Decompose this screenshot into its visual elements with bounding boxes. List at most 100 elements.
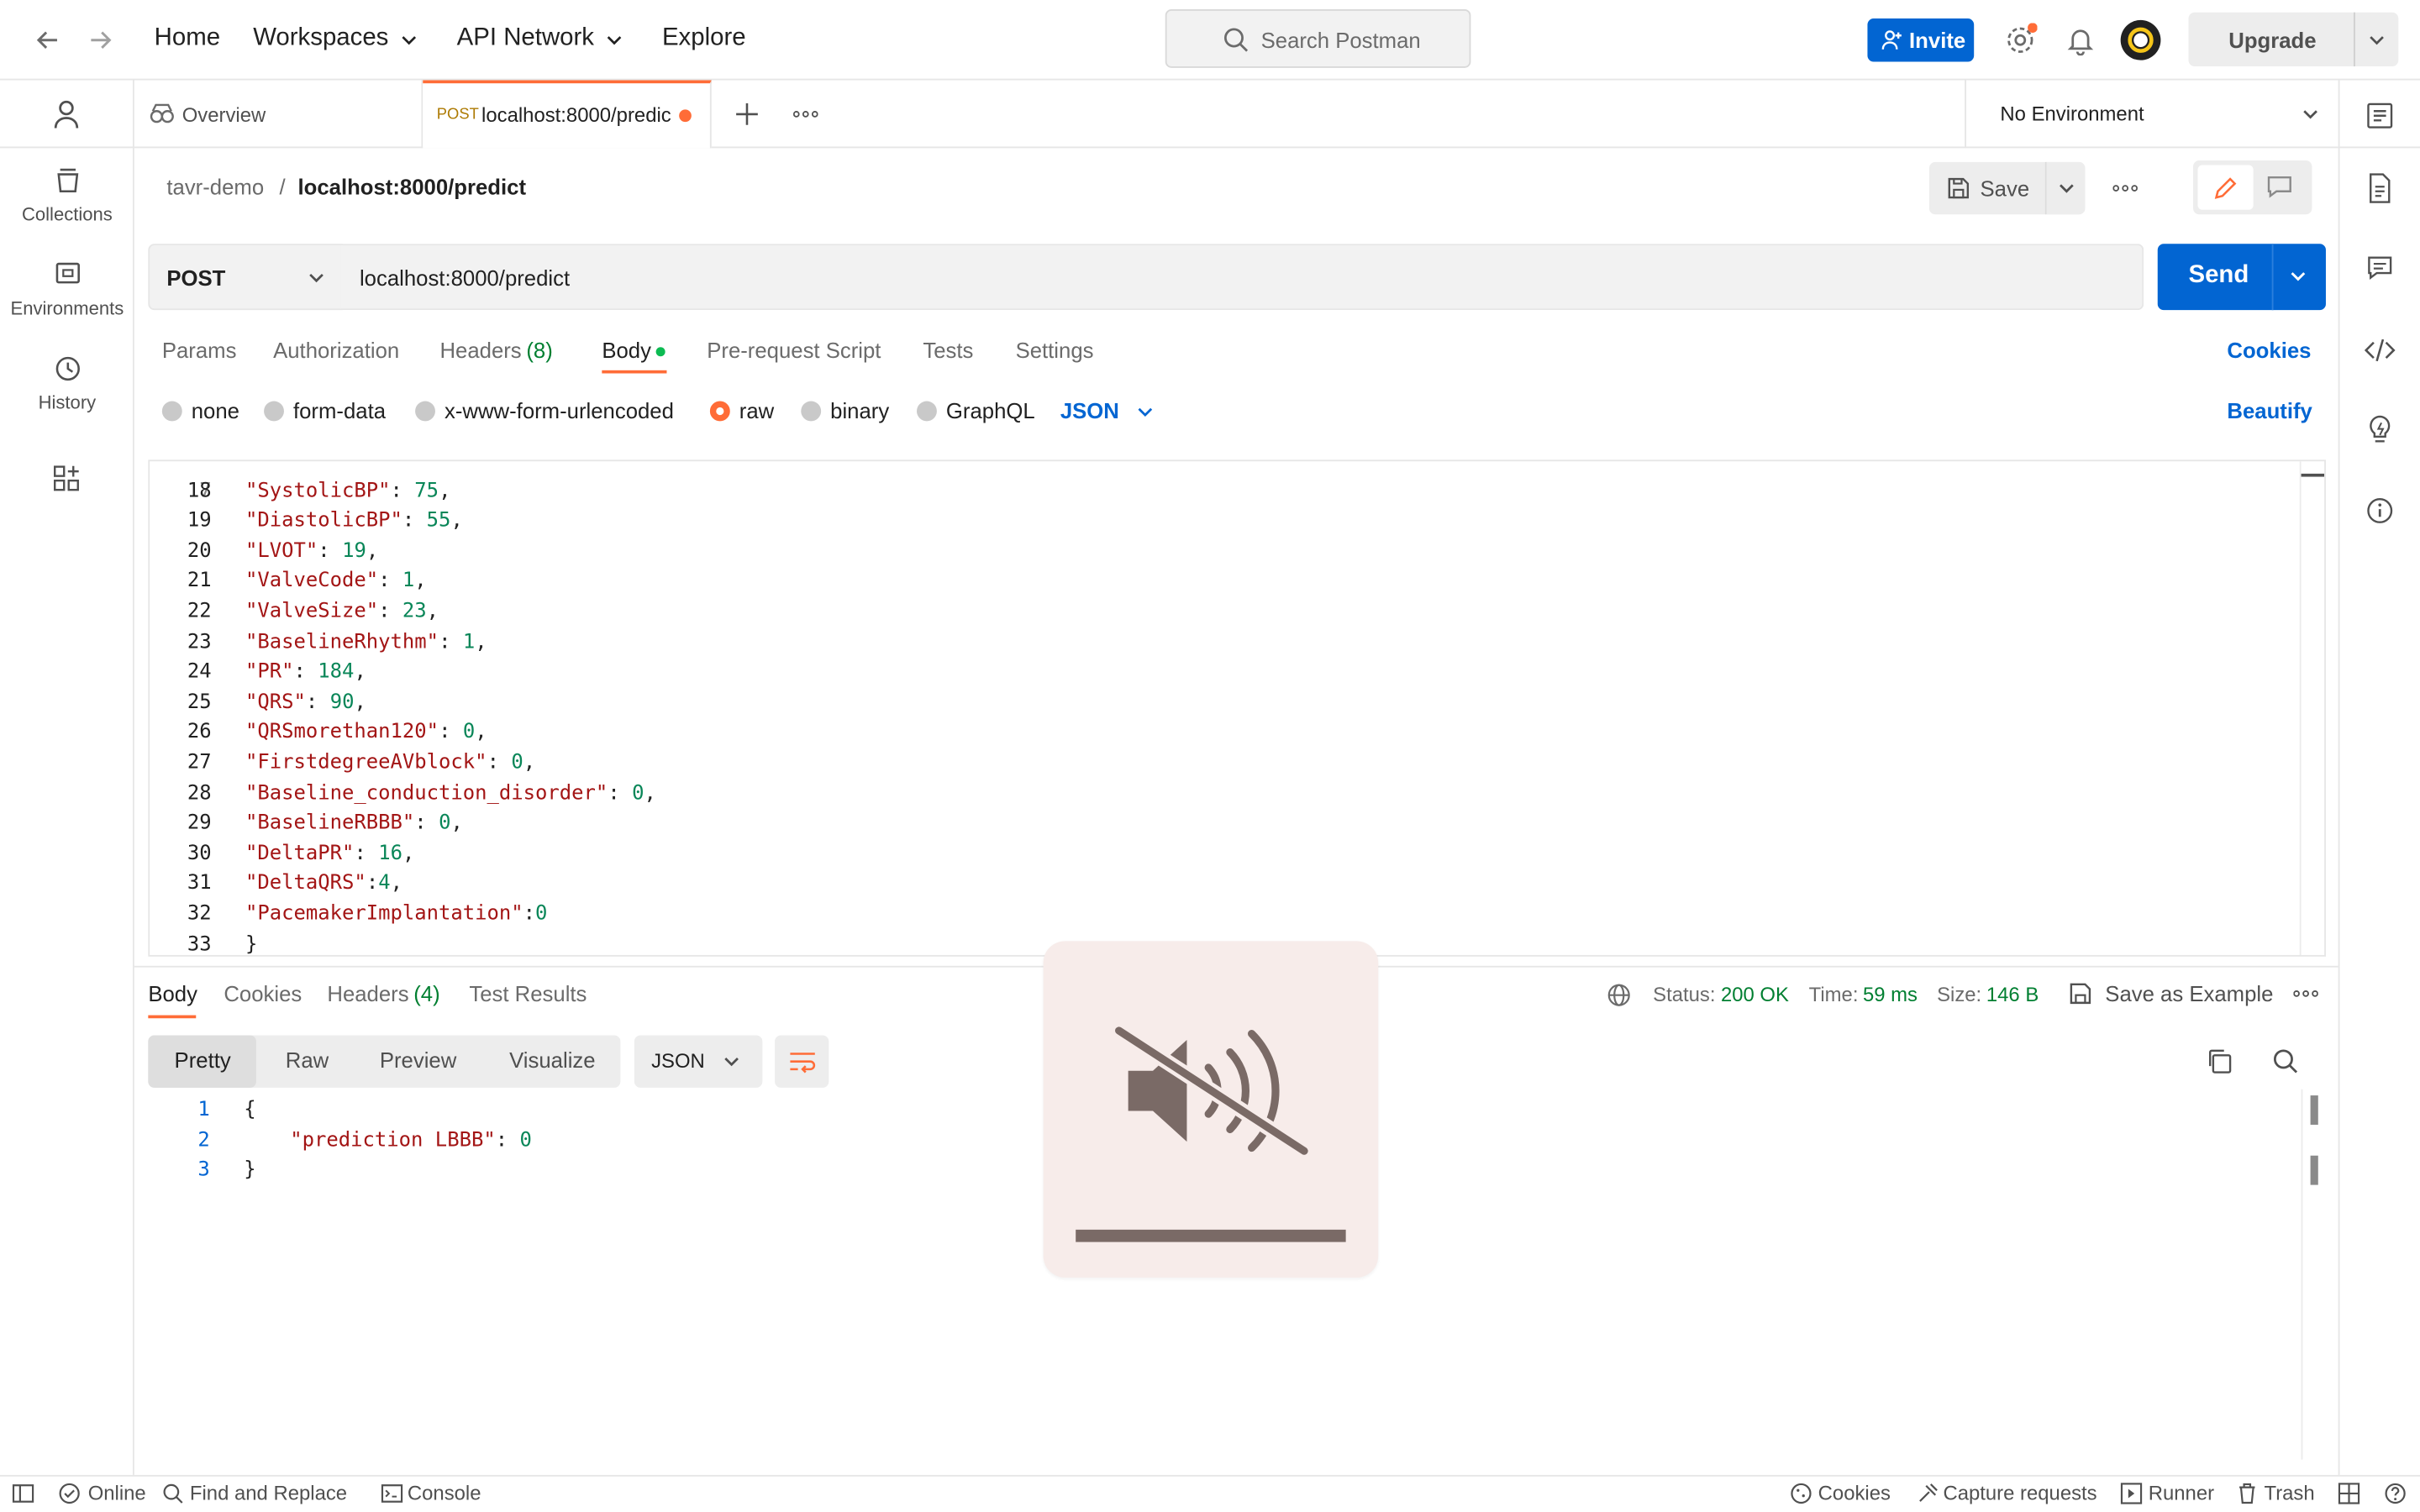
environment-selector[interactable]: No Environment	[1965, 80, 2338, 149]
tab-headers[interactable]: Headers	[439, 338, 521, 362]
wrap-lines-button[interactable]	[775, 1035, 829, 1088]
chevron-down-icon[interactable]	[2289, 267, 2307, 286]
chevron-down-icon[interactable]	[1136, 402, 1155, 421]
json-value: 0	[632, 781, 644, 805]
edit-mode-button[interactable]	[2197, 165, 2254, 210]
response-tab-test-results[interactable]: Test Results	[469, 981, 587, 1005]
search-input[interactable]: Search Postman	[1165, 9, 1471, 68]
send-button[interactable]: Send	[2157, 244, 2326, 311]
save-as-example-button[interactable]: Save as Example	[2105, 981, 2273, 1005]
code-icon[interactable]	[2364, 336, 2396, 364]
view-pretty-button[interactable]: Pretty	[175, 1047, 231, 1072]
help-icon[interactable]	[2385, 1483, 2407, 1504]
radio-urlencoded[interactable]: x-www-form-urlencoded	[415, 398, 674, 423]
workspace-icon[interactable]	[2366, 102, 2394, 129]
response-format-select[interactable]: JSON	[634, 1035, 763, 1088]
nav-workspaces[interactable]: Workspaces	[253, 24, 388, 52]
beautify-link[interactable]: Beautify	[2227, 398, 2312, 423]
radio-none[interactable]: none	[161, 398, 239, 423]
capture-requests-button[interactable]: Capture requests	[1943, 1481, 2096, 1504]
tab-prerequest-script[interactable]: Pre-request Script	[707, 338, 881, 362]
radio-graphql[interactable]: GraphQL	[917, 398, 1035, 423]
settings-gear-icon[interactable]	[2003, 23, 2038, 57]
comments-icon[interactable]	[2366, 255, 2394, 282]
radio-binary[interactable]: binary	[801, 398, 889, 423]
chevron-down-icon[interactable]	[2368, 31, 2386, 50]
user-icon[interactable]	[51, 99, 82, 130]
back-arrow-icon[interactable]	[34, 26, 61, 54]
scrollbar-thumb[interactable]	[2310, 1155, 2318, 1185]
method-select[interactable]: POST	[148, 244, 343, 311]
invite-button[interactable]: Invite	[1867, 18, 1975, 62]
comment-mode-icon[interactable]	[2267, 176, 2291, 199]
add-widget-icon[interactable]	[52, 465, 80, 492]
more-horizontal-icon[interactable]	[2293, 989, 2318, 998]
json-key: "PacemakerImplantation"	[245, 902, 523, 926]
url-input[interactable]: localhost:8000/predict	[340, 244, 2144, 311]
line-number: 23	[187, 630, 212, 654]
tab-body[interactable]: Body	[602, 338, 651, 362]
breadcrumb-separator: /	[279, 174, 286, 199]
line-code: "DiastolicBP": 55,	[245, 507, 463, 537]
scrollbar-thumb[interactable]	[2310, 1095, 2318, 1125]
radio-form-data[interactable]: form-data	[264, 398, 386, 423]
more-horizontal-icon[interactable]	[793, 109, 818, 118]
lightbulb-icon[interactable]	[2366, 415, 2394, 446]
tab-tests[interactable]: Tests	[923, 338, 973, 362]
upgrade-label: Upgrade	[2228, 28, 2317, 53]
tab-settings[interactable]: Settings	[1016, 338, 1094, 362]
json-colon: :	[608, 781, 633, 805]
globe-icon[interactable]	[1607, 983, 1631, 1007]
notification-bell-icon[interactable]	[2065, 24, 2096, 56]
plus-icon[interactable]	[734, 102, 759, 126]
body-format-select[interactable]: JSON	[1060, 398, 1119, 423]
cookies-button[interactable]: Cookies	[1818, 1481, 1891, 1504]
radio-raw[interactable]: raw	[709, 398, 774, 423]
view-raw-button[interactable]: Raw	[286, 1047, 329, 1072]
request-body-editor[interactable]: 17 18 "SystolicBP": 75, 19 "DiastolicBP": 5…	[148, 459, 2326, 957]
sidebar-item-history[interactable]: History	[0, 354, 134, 413]
json-key: "prediction LBBB"	[290, 1128, 496, 1152]
json-comma: ,	[366, 539, 379, 563]
sidebar-item-collections[interactable]: Collections	[0, 166, 134, 225]
documentation-icon[interactable]	[2368, 173, 2392, 204]
line-number: 27	[187, 751, 212, 774]
sidebar-toggle-icon[interactable]	[12, 1484, 34, 1503]
find-replace-button[interactable]: Find and Replace	[190, 1481, 347, 1504]
scrollbar-thumb[interactable]	[2301, 473, 2325, 477]
editor-line-partial: 17	[187, 479, 212, 503]
view-visualize-button[interactable]: Visualize	[509, 1047, 595, 1072]
more-horizontal-icon[interactable]	[2112, 184, 2138, 193]
response-tab-body[interactable]: Body	[148, 981, 197, 1005]
response-tab-headers[interactable]: Headers	[327, 981, 408, 1005]
nav-home[interactable]: Home	[155, 24, 220, 52]
search-icon[interactable]	[2272, 1047, 2300, 1075]
view-preview-button[interactable]: Preview	[380, 1047, 456, 1072]
tab-authorization[interactable]: Authorization	[273, 338, 399, 362]
avatar[interactable]	[2119, 18, 2162, 61]
console-button[interactable]: Console	[408, 1481, 481, 1504]
online-status[interactable]: Online	[88, 1481, 146, 1504]
line-code: "FirstdegreeAVblock": 0,	[245, 748, 535, 779]
json-key: "DiastolicBP"	[245, 509, 402, 533]
trash-button[interactable]: Trash	[2264, 1481, 2314, 1504]
info-icon[interactable]	[2366, 496, 2394, 524]
tab-overview[interactable]: Overview	[134, 80, 424, 149]
sidebar-item-environments[interactable]: Environments	[0, 260, 134, 319]
right-rail	[2338, 80, 2420, 1475]
runner-button[interactable]: Runner	[2149, 1481, 2214, 1504]
nav-explore[interactable]: Explore	[662, 24, 746, 52]
copy-icon[interactable]	[2206, 1047, 2233, 1075]
response-tab-cookies[interactable]: Cookies	[224, 981, 302, 1005]
breadcrumb-request[interactable]: localhost:8000/predict	[297, 175, 526, 199]
upgrade-button[interactable]: Upgrade	[2188, 12, 2399, 66]
nav-api-network[interactable]: API Network	[457, 24, 594, 52]
cookies-link[interactable]: Cookies	[2227, 338, 2311, 362]
forward-arrow-icon[interactable]	[87, 26, 114, 54]
tab-params[interactable]: Params	[162, 338, 237, 362]
save-options-button[interactable]	[2044, 161, 2086, 215]
tab-request-predict[interactable]: POST localhost:8000/predic	[423, 80, 712, 149]
layout-icon[interactable]	[2338, 1483, 2360, 1504]
breadcrumb-collection[interactable]: tavr-demo	[166, 175, 264, 199]
json-key: "DeltaQRS"	[245, 872, 366, 895]
